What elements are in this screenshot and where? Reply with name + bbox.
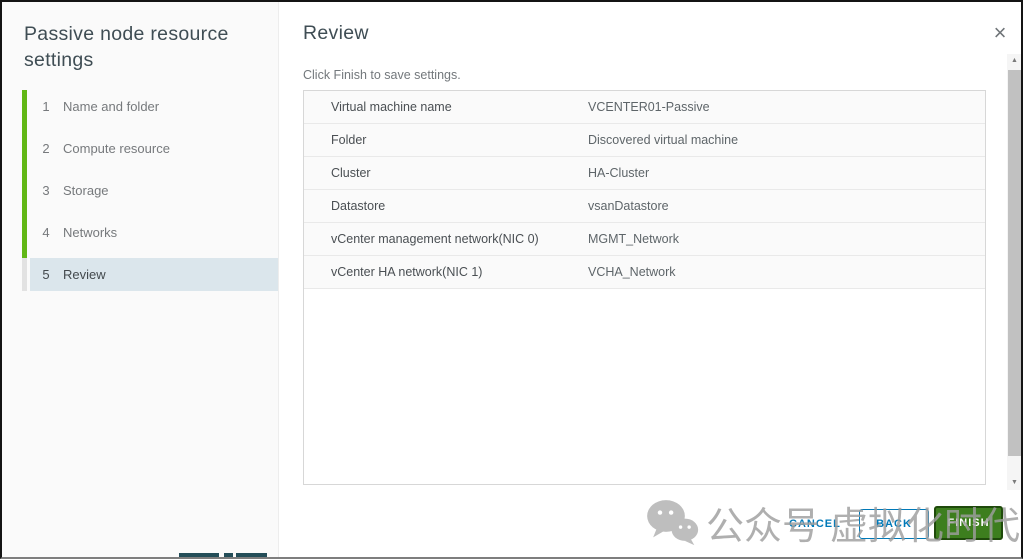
sidebar-step-compute-resource[interactable]: 2 Compute resource	[2, 132, 278, 165]
sidebar-step-storage[interactable]: 3 Storage	[2, 174, 278, 207]
step-completed-bar	[22, 174, 27, 216]
vertical-scrollbar[interactable]: ▲ ▼	[1007, 54, 1022, 490]
row-value: VCENTER01-Passive	[588, 100, 985, 114]
step-row[interactable]: 2 Compute resource	[30, 132, 278, 165]
step-completed-bar	[22, 90, 27, 132]
step-row[interactable]: 3 Storage	[30, 174, 278, 207]
step-label: Compute resource	[63, 141, 170, 156]
row-value: HA-Cluster	[588, 166, 985, 180]
wechat-icon	[644, 498, 700, 546]
sidebar-step-name-and-folder[interactable]: 1 Name and folder	[2, 90, 278, 123]
step-completed-bar	[22, 216, 27, 258]
row-label: Folder	[304, 133, 588, 147]
table-row: vCenter management network(NIC 0)MGMT_Ne…	[304, 223, 985, 256]
row-value: vsanDatastore	[588, 199, 985, 213]
step-number: 4	[41, 225, 51, 240]
sidebar-step-networks[interactable]: 4 Networks	[2, 216, 278, 249]
table-row: vCenter HA network(NIC 1)VCHA_Network	[304, 256, 985, 289]
wizard-steps-list: 1 Name and folder 2 Compute resource 3 Storag…	[2, 90, 278, 300]
table-row: FolderDiscovered virtual machine	[304, 124, 985, 157]
review-subtitle: Click Finish to save settings.	[303, 68, 461, 82]
row-label: vCenter HA network(NIC 1)	[304, 265, 588, 279]
step-row[interactable]: 4 Networks	[30, 216, 278, 249]
close-icon[interactable]: ×	[989, 22, 1011, 44]
step-label: Networks	[63, 225, 117, 240]
scroll-up-icon[interactable]: ▲	[1007, 54, 1022, 68]
step-number: 3	[41, 183, 51, 198]
step-label: Review	[63, 267, 106, 282]
row-value: Discovered virtual machine	[588, 133, 985, 147]
back-button[interactable]: BACK	[859, 509, 929, 539]
scroll-down-icon[interactable]: ▼	[1007, 476, 1022, 490]
step-number: 1	[41, 99, 51, 114]
wizard-sidebar: Passive node resource settings 1 Name and…	[2, 2, 279, 557]
sidebar-step-review[interactable]: 5 Review	[2, 258, 278, 291]
page-title: Review	[303, 22, 369, 45]
step-number: 5	[41, 267, 51, 282]
row-label: vCenter management network(NIC 0)	[304, 232, 588, 246]
row-label: Virtual machine name	[304, 100, 588, 114]
step-current-bar	[22, 258, 27, 291]
step-completed-bar	[22, 132, 27, 174]
table-row: DatastorevsanDatastore	[304, 190, 985, 223]
step-label: Name and folder	[63, 99, 159, 114]
row-value: MGMT_Network	[588, 232, 985, 246]
step-row[interactable]: 5 Review	[30, 258, 278, 291]
finish-button[interactable]: FINISH	[934, 506, 1003, 540]
scrollbar-thumb[interactable]	[1008, 70, 1021, 456]
row-label: Datastore	[304, 199, 588, 213]
passive-node-wizard-dialog: Passive node resource settings 1 Name and…	[0, 0, 1023, 559]
cancel-button[interactable]: CANCEL	[789, 513, 841, 535]
row-value: VCHA_Network	[588, 265, 985, 279]
step-row[interactable]: 1 Name and folder	[30, 90, 278, 123]
row-label: Cluster	[304, 166, 588, 180]
wizard-title: Passive node resource settings	[24, 22, 259, 73]
step-label: Storage	[63, 183, 109, 198]
table-row: Virtual machine nameVCENTER01-Passive	[304, 91, 985, 124]
step-number: 2	[41, 141, 51, 156]
table-row: ClusterHA-Cluster	[304, 157, 985, 190]
review-table: Virtual machine nameVCENTER01-PassiveFol…	[303, 90, 986, 485]
